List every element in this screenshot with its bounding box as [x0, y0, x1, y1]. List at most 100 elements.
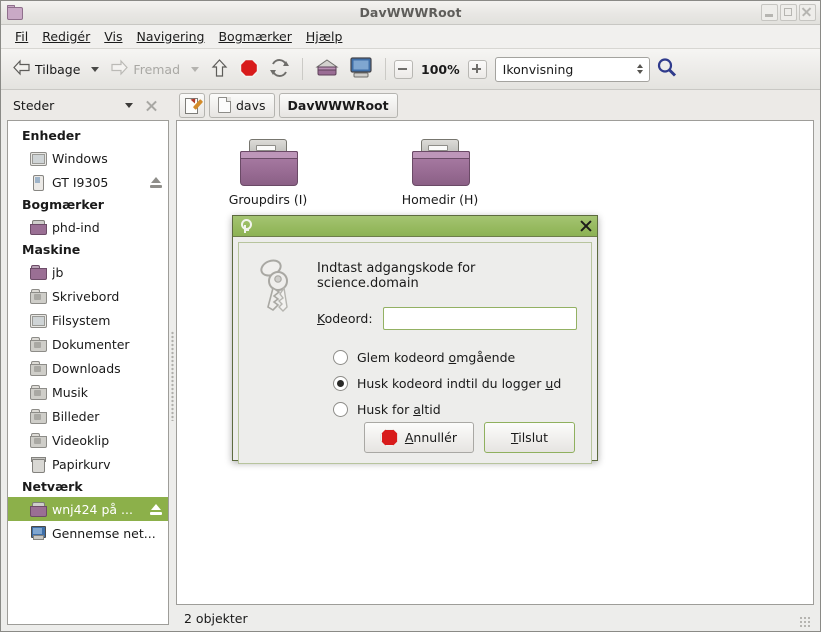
resize-grip[interactable] — [799, 616, 811, 628]
folder-icon — [6, 4, 24, 21]
network-browse-icon — [30, 526, 46, 540]
sidebar-item-dokumenter-label: Dokumenter — [52, 336, 130, 352]
menu-bogmaerker[interactable]: Bogmærker — [211, 27, 298, 46]
edit-location-button[interactable] — [179, 92, 205, 118]
file-item-groupdirs[interactable]: Groupdirs (I) — [213, 139, 323, 207]
menu-hjaelp[interactable]: Hjælp — [299, 27, 350, 46]
sidebar-item-billeder-label: Billeder — [52, 408, 100, 424]
up-button[interactable] — [206, 55, 233, 84]
sidebar-item-downloads[interactable]: Downloads — [8, 356, 168, 380]
up-arrow-icon — [210, 58, 229, 81]
sidebar-item-windows[interactable]: Windows — [8, 146, 168, 170]
sidebar-item-gt-i9305-label: GT I9305 — [52, 174, 109, 190]
connect-button[interactable]: Tilslut — [483, 422, 575, 453]
view-mode-value: Ikonvisning — [502, 61, 574, 77]
documents-folder-icon — [30, 337, 47, 352]
menu-fil[interactable]: Fil — [8, 27, 35, 46]
radio-remember-forever[interactable]: Husk for altid — [333, 396, 577, 422]
computer-button[interactable] — [345, 54, 377, 84]
pictures-folder-icon — [30, 409, 47, 424]
password-input[interactable] — [382, 307, 577, 330]
cancel-button[interactable]: Annullér — [363, 422, 474, 453]
radio-button[interactable] — [333, 401, 348, 417]
drive-icon — [30, 313, 47, 328]
maximize-button[interactable] — [780, 4, 797, 21]
sidebar-header-label: Steder — [13, 97, 55, 113]
sidebar-item-jb[interactable]: jb — [8, 260, 168, 284]
radio-remember-forever-label: Husk for altid — [357, 401, 441, 417]
sidebar-item-gt-i9305[interactable]: GT I9305 — [8, 170, 168, 194]
forward-label: Fremad — [133, 61, 181, 77]
forward-button: Fremad — [106, 56, 184, 82]
home-button[interactable] — [311, 55, 343, 84]
sidebar-item-musik-label: Musik — [52, 384, 88, 400]
places-sidebar[interactable]: Enheder Windows GT I9305 Bogmærker phd-i… — [7, 120, 169, 625]
dialog-close-icon[interactable] — [579, 219, 593, 233]
sidebar-item-papirkurv[interactable]: Papirkurv — [8, 452, 168, 476]
file-list: Groupdirs (I) Homedir (H) — [177, 121, 813, 207]
sidebar-item-wnj424[interactable]: wnj424 på ... — [8, 497, 168, 521]
password-label: Kodeord: — [317, 311, 373, 326]
sidebar-item-skrivebord-label: Skrivebord — [52, 288, 120, 304]
menu-navigering[interactable]: Navigering — [130, 27, 212, 46]
eject-icon[interactable] — [150, 176, 162, 188]
search-button[interactable] — [652, 54, 682, 84]
sidebar-item-phd-ind-label: phd-ind — [52, 219, 100, 235]
radio-forget-immediately[interactable]: Glem kodeord omgående — [333, 344, 577, 370]
back-label: Tilbage — [35, 61, 81, 77]
home-folder-icon — [30, 265, 47, 280]
menu-navigering-label: Navigering — [136, 29, 205, 44]
sidebar-item-gennemse-net[interactable]: Gennemse net... — [8, 521, 168, 545]
sidebar-close-icon[interactable] — [145, 99, 158, 112]
desktop-folder-icon — [30, 289, 47, 304]
videos-folder-icon — [30, 433, 47, 448]
window-title: DavWWWRoot — [359, 5, 462, 20]
menu-vis-label: Vis — [104, 29, 123, 44]
radio-button[interactable] — [333, 349, 348, 365]
sidebar-item-musik[interactable]: Musik — [8, 380, 168, 404]
menu-fil-label: Fil — [15, 29, 29, 44]
sidebar-item-videoklip-label: Videoklip — [52, 432, 110, 448]
radio-remember-session[interactable]: Husk kodeord indtil du logger ud — [333, 370, 577, 396]
phone-icon — [30, 175, 46, 191]
location-bar: Steder davs DavWWWRoot — [1, 90, 820, 120]
minimize-button[interactable] — [761, 4, 778, 21]
back-button[interactable]: Tilbage — [8, 56, 84, 82]
sidebar-item-filsystem[interactable]: Filsystem — [8, 308, 168, 332]
zoom-out-button[interactable] — [394, 59, 414, 79]
sidebar-item-dokumenter[interactable]: Dokumenter — [8, 332, 168, 356]
forward-arrow-icon — [110, 59, 129, 79]
stop-button[interactable] — [235, 55, 263, 84]
pane-splitter[interactable] — [169, 120, 176, 631]
menu-bogmaerker-label: Bogmærker — [218, 29, 292, 44]
file-item-homedir[interactable]: Homedir (H) — [385, 139, 495, 207]
file-item-groupdirs-label: Groupdirs (I) — [228, 192, 308, 207]
sidebar-item-phd-ind[interactable]: phd-ind — [8, 215, 168, 239]
close-button[interactable] — [799, 4, 816, 21]
reload-button[interactable] — [265, 55, 294, 84]
sidebar-item-skrivebord[interactable]: Skrivebord — [8, 284, 168, 308]
menu-rediger[interactable]: Redigér — [35, 27, 97, 46]
breadcrumb-item-davs[interactable]: davs — [209, 92, 275, 118]
radio-button[interactable] — [333, 375, 348, 391]
sidebar-panel: Enheder Windows GT I9305 Bogmærker phd-i… — [1, 120, 169, 631]
menu-bar: Fil Redigér Vis Navigering Bogmærker Hjæ… — [1, 25, 820, 49]
sidebar-item-billeder[interactable]: Billeder — [8, 404, 168, 428]
key-icon — [238, 219, 252, 233]
network-folder-icon — [238, 139, 298, 186]
eject-icon[interactable] — [150, 503, 162, 515]
password-label-rest: odeord: — [324, 311, 373, 326]
view-mode-combobox[interactable]: Ikonvisning — [494, 56, 650, 82]
back-history-chevron-down-icon[interactable] — [91, 66, 100, 72]
zoom-in-button[interactable] — [467, 59, 487, 79]
menu-hjaelp-label: Hjælp — [305, 29, 343, 44]
menu-vis[interactable]: Vis — [97, 27, 129, 46]
sidebar-item-videoklip[interactable]: Videoklip — [8, 428, 168, 452]
remember-options: Glem kodeord omgående Husk kodeord indti… — [333, 344, 577, 422]
sidebar-item-downloads-label: Downloads — [52, 360, 121, 376]
sidebar-item-papirkurv-label: Papirkurv — [52, 456, 111, 472]
sidebar-item-filsystem-label: Filsystem — [52, 312, 111, 328]
radio-remember-session-label: Husk kodeord indtil du logger ud — [357, 375, 562, 391]
chevron-down-icon[interactable] — [125, 102, 133, 108]
breadcrumb-item-davwwwroot[interactable]: DavWWWRoot — [278, 92, 398, 118]
